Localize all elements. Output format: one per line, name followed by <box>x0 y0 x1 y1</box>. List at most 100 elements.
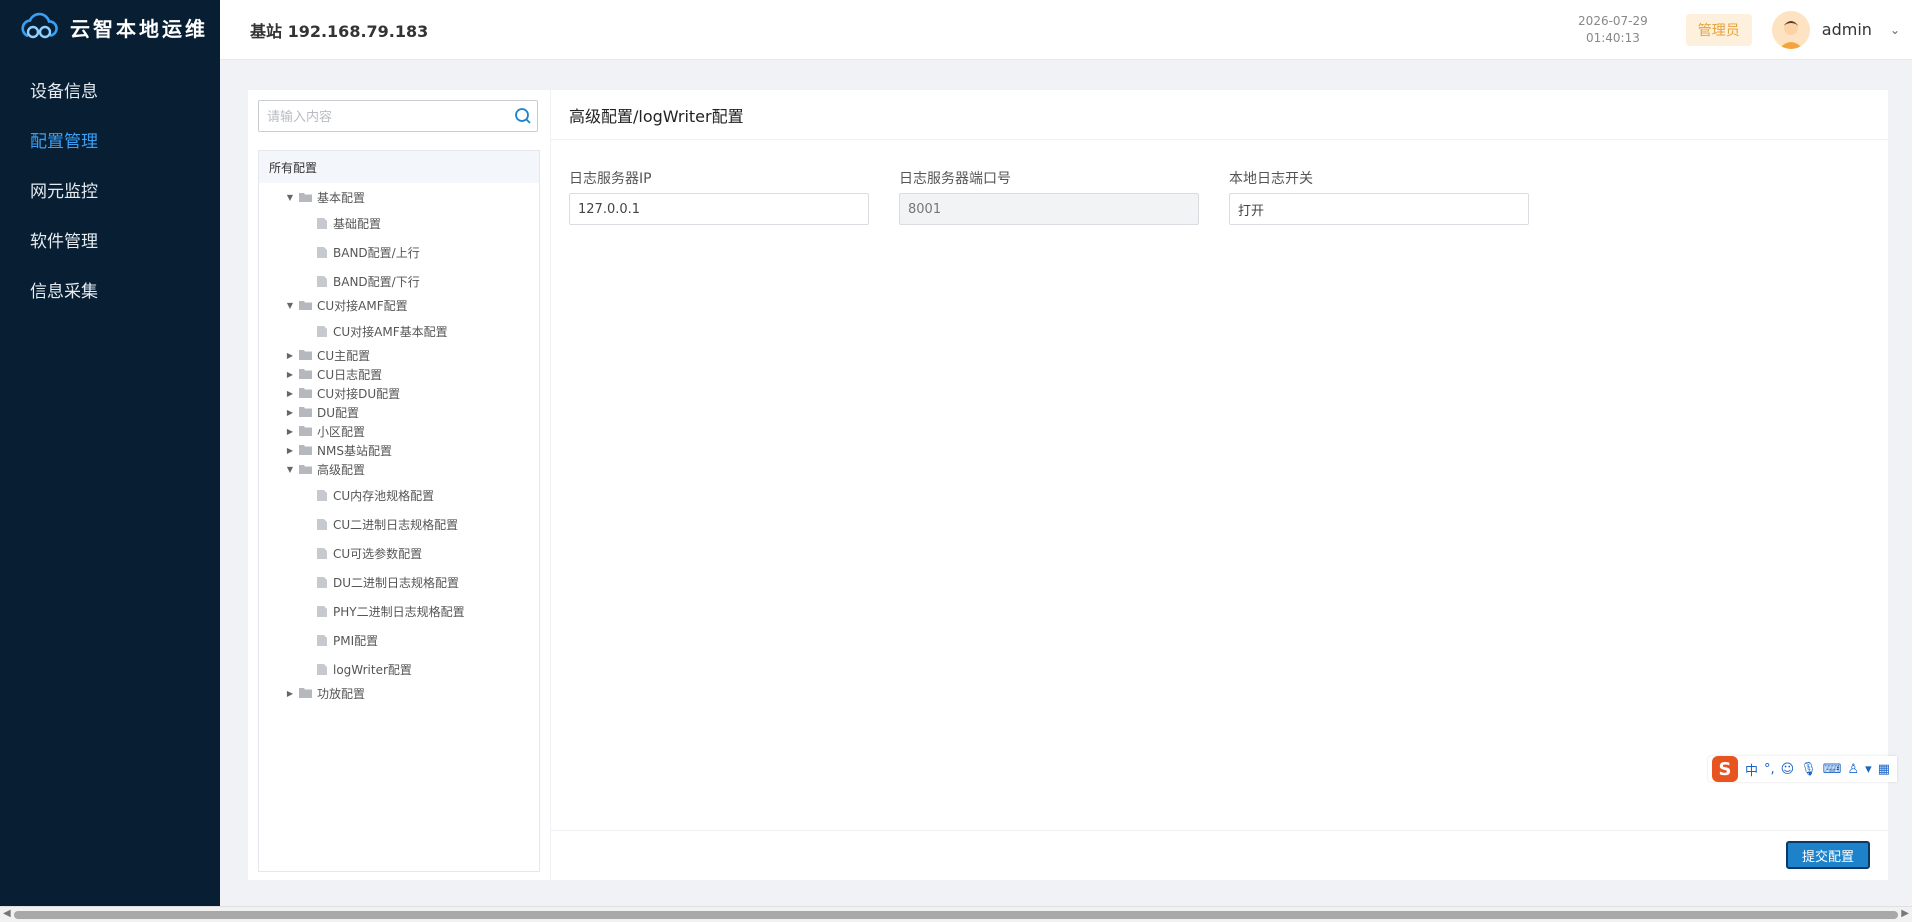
tree-node-label: CU主配置 <box>317 348 371 363</box>
config-form-pane: 高级配置/logWriter配置 日志服务器IP 127.0.0.1 日志服务器… <box>550 90 1888 880</box>
tree-node-label: CU对接AMF配置 <box>317 298 408 313</box>
tree-node-label: 基础配置 <box>333 216 382 231</box>
tree-node-label: CU内存池规格配置 <box>333 488 435 503</box>
tree-file-cu-mempool[interactable]: CU内存池规格配置 <box>317 486 434 504</box>
ime-logo-icon[interactable]: S <box>1712 756 1738 782</box>
tree-folder-nms[interactable]: ▶ NMS基站配置 <box>285 441 392 459</box>
field-local-log-switch: 本地日志开关 打开 <box>1229 168 1529 225</box>
tree-file-band-uplink[interactable]: BAND配置/上行 <box>317 243 420 261</box>
tree-file-phy-binlog[interactable]: PHY二进制日志规格配置 <box>317 602 465 620</box>
caret-right-icon[interactable]: ▶ <box>285 408 295 417</box>
logo: 云智本地运维 <box>0 0 220 54</box>
sidebar-item-software-management[interactable]: 软件管理 <box>0 214 220 264</box>
microphone-icon[interactable]: 🎙 <box>1800 762 1817 777</box>
tree-node-label: BAND配置/下行 <box>333 274 420 289</box>
config-tree: 所有配置 ▼ 基本配置 基础配置 BAND配置/上行 BAND配置/下行 ▼ C… <box>258 150 540 872</box>
search-icon[interactable] <box>509 101 537 131</box>
skin-icon[interactable]: ▾ <box>1865 762 1872 777</box>
tree-file-basic-config[interactable]: 基础配置 <box>317 214 381 232</box>
chevron-down-icon[interactable]: ⌄ <box>1890 23 1900 37</box>
file-icon <box>317 246 327 258</box>
emoji-icon[interactable]: ☺ <box>1781 762 1795 777</box>
tree-folder-cu-log[interactable]: ▶ CU日志配置 <box>285 365 382 383</box>
caret-down-icon[interactable]: ▼ <box>285 301 295 310</box>
tree-node-label: PHY二进制日志规格配置 <box>333 604 465 619</box>
folder-open-icon <box>299 193 312 202</box>
tree-node-label: CU日志配置 <box>317 367 383 382</box>
folder-open-icon <box>299 301 312 310</box>
submit-config-button[interactable]: 提交配置 <box>1785 841 1870 869</box>
field-log-server-port: 日志服务器端口号 8001 <box>899 168 1199 225</box>
search-input[interactable] <box>259 101 509 131</box>
tree-folder-cu-du[interactable]: ▶ CU对接DU配置 <box>285 384 400 402</box>
tree-folder-advanced[interactable]: ▼ 高级配置 <box>285 460 365 478</box>
folder-icon <box>299 369 312 379</box>
file-icon <box>317 605 327 617</box>
search-box <box>258 100 538 132</box>
tree-folder-basic[interactable]: ▼ 基本配置 <box>285 188 365 206</box>
avatar[interactable] <box>1771 10 1810 49</box>
ime-mode-toggle[interactable]: 中 <box>1745 760 1758 779</box>
folder-icon <box>299 407 312 417</box>
sidebar-item-ne-monitoring[interactable]: 网元监控 <box>0 164 220 214</box>
tree-folder-cu-amf[interactable]: ▼ CU对接AMF配置 <box>285 296 408 314</box>
log-server-ip-input[interactable]: 127.0.0.1 <box>569 193 869 225</box>
tree-root[interactable]: 所有配置 <box>259 151 539 183</box>
sidebar: 云智本地运维 设备信息 配置管理 网元监控 软件管理 信息采集 <box>0 0 220 906</box>
file-icon <box>317 547 327 559</box>
scroll-left-icon[interactable]: ◀ <box>3 908 11 919</box>
scrollbar-thumb[interactable] <box>14 911 1898 919</box>
caret-right-icon[interactable]: ▶ <box>285 427 295 436</box>
file-icon <box>317 217 327 229</box>
username[interactable]: admin <box>1822 20 1872 39</box>
tree-node-label: DU配置 <box>317 405 360 420</box>
datetime: 2026-07-29 01:40:13 <box>1578 13 1648 47</box>
caret-down-icon[interactable]: ▼ <box>285 193 295 202</box>
main-panel: 所有配置 ▼ 基本配置 基础配置 BAND配置/上行 BAND配置/下行 <box>248 90 1888 880</box>
horizontal-scrollbar[interactable]: ◀ ▶ <box>0 906 1912 922</box>
tree-node-label: 基本配置 <box>317 190 366 205</box>
tree-file-band-downlink[interactable]: BAND配置/下行 <box>317 272 420 290</box>
caret-right-icon[interactable]: ▶ <box>285 351 295 360</box>
field-label: 本地日志开关 <box>1229 171 1313 187</box>
role-badge: 管理员 <box>1685 13 1752 46</box>
sidebar-item-info-collection[interactable]: 信息采集 <box>0 264 220 314</box>
tree-folder-cu-main[interactable]: ▶ CU主配置 <box>285 346 370 364</box>
ime-toolbar: S 中 °, ☺ 🎙 ⌨ ♙ ▾ ▦ <box>1708 756 1897 782</box>
sidebar-item-config-management[interactable]: 配置管理 <box>0 114 220 164</box>
sidebar-item-device-info[interactable]: 设备信息 <box>0 64 220 114</box>
file-icon <box>317 275 327 287</box>
file-icon <box>317 325 327 337</box>
field-label: 日志服务器端口号 <box>899 171 1011 187</box>
tree-node-label: logWriter配置 <box>333 662 412 677</box>
tree-node-label: BAND配置/上行 <box>333 245 420 260</box>
tree-file-cu-optional[interactable]: CU可选参数配置 <box>317 544 422 562</box>
tree-node-label: CU可选参数配置 <box>333 546 423 561</box>
scroll-right-icon[interactable]: ▶ <box>1901 908 1909 919</box>
folder-icon <box>299 688 312 698</box>
caret-right-icon[interactable]: ▶ <box>285 446 295 455</box>
tree-file-logwriter[interactable]: logWriter配置 <box>317 660 412 678</box>
tree-folder-cell[interactable]: ▶ 小区配置 <box>285 422 365 440</box>
app-title: 云智本地运维 <box>70 16 208 41</box>
tree-file-pmi[interactable]: PMI配置 <box>317 631 378 649</box>
punctuation-icon[interactable]: °, <box>1764 762 1775 777</box>
grid-menu-icon[interactable]: ▦ <box>1878 762 1890 777</box>
caret-right-icon[interactable]: ▶ <box>285 370 295 379</box>
tree-node-label: CU对接DU配置 <box>317 386 401 401</box>
local-log-switch-select[interactable]: 打开 <box>1229 193 1529 225</box>
tree-node-label: 小区配置 <box>317 424 366 439</box>
tree-node-label: NMS基站配置 <box>317 443 392 458</box>
user-icon[interactable]: ♙ <box>1848 762 1860 777</box>
caret-right-icon[interactable]: ▶ <box>285 389 295 398</box>
tree-file-cu-binlog[interactable]: CU二进制日志规格配置 <box>317 515 458 533</box>
caret-down-icon[interactable]: ▼ <box>285 465 295 474</box>
tree-folder-power-amp[interactable]: ▶ 功放配置 <box>285 684 365 702</box>
tree-folder-du[interactable]: ▶ DU配置 <box>285 403 359 421</box>
tree-node-label: 功放配置 <box>317 686 366 701</box>
caret-right-icon[interactable]: ▶ <box>285 689 295 698</box>
tree-file-du-binlog[interactable]: DU二进制日志规格配置 <box>317 573 459 591</box>
tree-file-cu-amf-basic[interactable]: CU对接AMF基本配置 <box>317 322 448 340</box>
keyboard-icon[interactable]: ⌨ <box>1823 762 1842 777</box>
header-right: 2026-07-29 01:40:13 管理员 admin ⌄ <box>1578 0 1912 59</box>
